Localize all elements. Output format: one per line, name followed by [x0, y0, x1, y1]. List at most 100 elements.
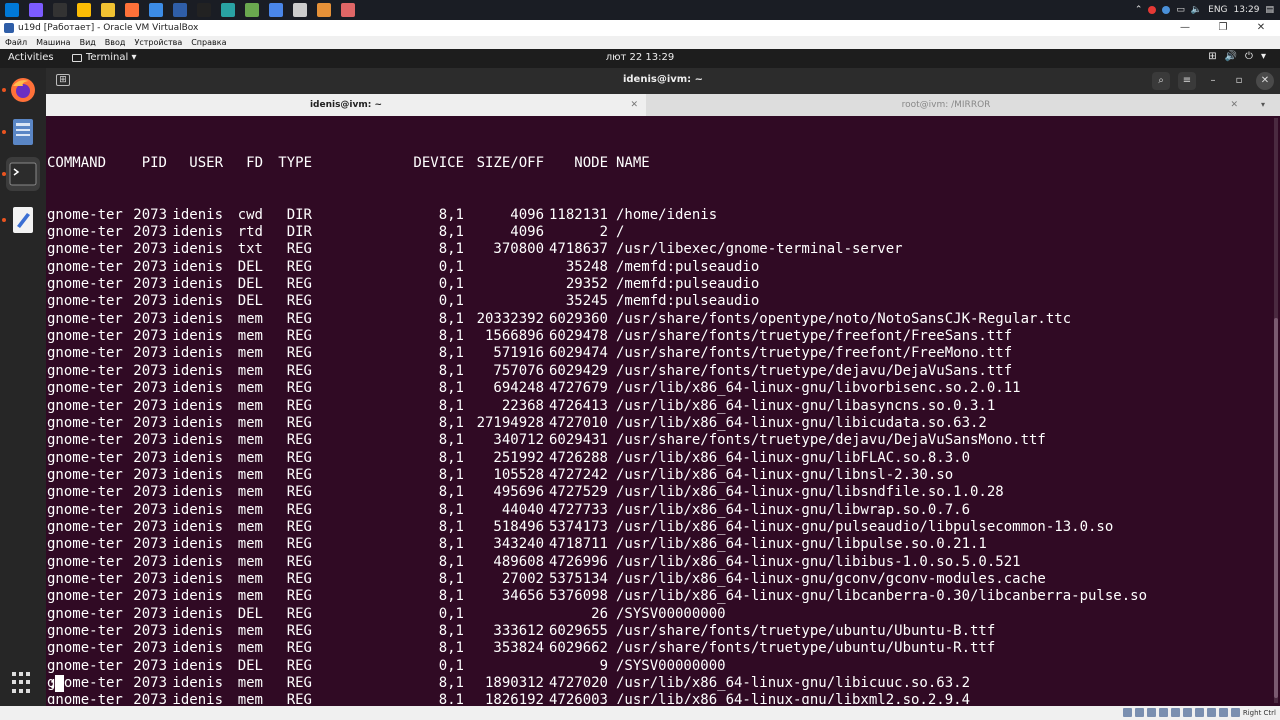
lsof-row: gnome-ter 2073 idenis mem REG 8,1 34656 5376098… [47, 588, 1275, 605]
lsof-row: gnome-ter 2073 idenis mem REG 8,1 251992 472628… [47, 450, 1275, 467]
node-cell: 4727010 [548, 414, 608, 431]
record-icon[interactable] [1148, 6, 1157, 14]
command-cell: gnome-ter [47, 449, 123, 466]
type-cell: REG [286, 432, 312, 449]
network-icon[interactable] [1158, 708, 1168, 717]
browser-icon[interactable] [149, 3, 163, 17]
tab-root-mirror[interactable]: root@ivm: /MIRROR ✕ [646, 94, 1246, 116]
device-cell: 8,1 [438, 328, 464, 345]
terminal-icon[interactable] [197, 3, 211, 17]
menu-view[interactable]: Вид [80, 38, 96, 47]
volume-icon[interactable]: 🔈 [1191, 5, 1202, 15]
minimize-button[interactable]: — [1166, 20, 1204, 36]
language-indicator[interactable]: ENG [1208, 5, 1227, 15]
type-cell: REG [286, 501, 312, 518]
gnome-system-menu[interactable]: ⊞ 🔊 ⏻ ▾ [1208, 51, 1266, 62]
device-cell: 8,1 [438, 692, 464, 704]
user-cell: idenis [172, 258, 223, 275]
remote-icon[interactable] [269, 3, 283, 17]
taskbar-clock[interactable]: 13:29 [1234, 5, 1260, 15]
user-cell: idenis [172, 588, 223, 605]
menu-devices[interactable]: Устройства [134, 38, 182, 47]
usb-icon[interactable] [1170, 708, 1180, 717]
maximize-button[interactable]: ▫ [1230, 72, 1248, 90]
fd-cell: mem [237, 345, 263, 362]
device-cell: 0,1 [438, 293, 464, 310]
audio-icon[interactable] [1146, 708, 1156, 717]
network-icon[interactable] [1162, 6, 1171, 14]
folder-icon[interactable] [101, 3, 115, 17]
column-header: NODE [574, 154, 608, 171]
notes-icon[interactable] [293, 3, 307, 17]
virtualbox-titlebar: u19d [Работает] - Oracle VM VirtualBox —… [0, 20, 1280, 36]
display-icon[interactable] [1194, 708, 1204, 717]
fd-cell: mem [237, 432, 263, 449]
menu-file[interactable]: Файл [5, 38, 27, 47]
circle-icon[interactable] [53, 3, 67, 17]
optical-drive-icon[interactable] [1134, 708, 1144, 717]
size-cell: 22368 [501, 397, 544, 414]
chrome-icon[interactable] [77, 3, 91, 17]
virtualbox-menubar: Файл Машина Вид Ввод Устройства Справка [0, 36, 1280, 49]
lsof-row: gnome-ter 2073 idenis mem REG 8,1 518496 537417… [47, 519, 1275, 536]
show-applications-icon[interactable] [12, 672, 34, 694]
pid-cell: 2073 [133, 258, 167, 275]
device-cell: 8,1 [438, 484, 464, 501]
chevron-up-icon[interactable]: ⌃ [1135, 5, 1143, 15]
close-tab-icon[interactable]: ✕ [630, 94, 638, 116]
firefox-icon[interactable] [125, 3, 139, 17]
cpu-icon[interactable] [1218, 708, 1228, 717]
vpn-icon[interactable] [221, 3, 235, 17]
dock-terminal[interactable] [6, 157, 40, 191]
size-cell: 20332392 [476, 310, 544, 327]
gnome-clock[interactable]: лют 22 13:29 [0, 52, 1280, 63]
recording-icon[interactable] [1206, 708, 1216, 717]
hamburger-menu-icon[interactable]: ≡ [1178, 72, 1196, 90]
restore-button[interactable]: ❐ [1204, 20, 1242, 36]
fd-cell: mem [237, 362, 263, 379]
shared-folders-icon[interactable] [1182, 708, 1192, 717]
name-cell: /home/idenis [616, 206, 718, 223]
settings-icon[interactable] [245, 3, 259, 17]
terminal-output[interactable]: COMMAND PID USER FD TYPE DEVICE SIZE/OFF… [47, 120, 1275, 704]
editor-icon[interactable] [317, 3, 331, 17]
pid-cell: 2073 [133, 449, 167, 466]
dock-firefox[interactable] [6, 73, 40, 107]
virtualbox-statusbar: Right Ctrl [0, 706, 1280, 720]
close-button[interactable]: ✕ [1242, 20, 1280, 36]
dock-files[interactable] [6, 115, 40, 149]
close-button[interactable]: ✕ [1256, 72, 1274, 90]
name-cell: /usr/share/fonts/opentype/noto/NotoSansC… [616, 310, 1072, 327]
dock-text-editor[interactable] [6, 203, 40, 237]
terminal-scrollbar[interactable] [1274, 118, 1278, 703]
size-cell: 105528 [493, 466, 544, 483]
windows-start-icon[interactable] [5, 3, 19, 17]
lsof-row: gnome-ter 2073 idenis mem REG 8,1 495696 472752… [47, 484, 1275, 501]
tabs-menu-icon[interactable]: ▾ [1246, 94, 1280, 116]
close-tab-icon[interactable]: ✕ [1230, 94, 1238, 116]
warning-icon[interactable] [341, 3, 355, 17]
menu-input[interactable]: Ввод [105, 38, 126, 47]
type-cell: REG [286, 380, 312, 397]
minimize-button[interactable]: – [1204, 72, 1222, 90]
clipboard-icon[interactable]: ▭ [1176, 5, 1185, 15]
size-cell: 333612 [493, 622, 544, 639]
virtualbox-logo-icon [4, 23, 14, 33]
hdd-icon[interactable] [1122, 708, 1132, 717]
mouse-integration-icon[interactable] [1230, 708, 1240, 717]
menu-machine[interactable]: Машина [36, 38, 70, 47]
command-cell: gnome-ter [47, 570, 123, 587]
vscode-icon[interactable] [29, 3, 43, 17]
node-cell: 6029662 [548, 640, 608, 657]
pid-cell: 2073 [133, 310, 167, 327]
size-cell: 34656 [501, 588, 544, 605]
search-icon[interactable]: ⌕ [1152, 72, 1170, 90]
menu-help[interactable]: Справка [191, 38, 226, 47]
notifications-icon[interactable]: ▤ [1265, 5, 1274, 15]
fd-cell: txt [237, 241, 263, 258]
tab-idenis[interactable]: idenis@ivm: ~ ✕ [46, 94, 646, 116]
virtualbox-icon[interactable] [173, 3, 187, 17]
ubuntu-dock [0, 68, 46, 706]
scrollbar-thumb[interactable] [1274, 318, 1278, 698]
fd-cell: mem [237, 310, 263, 327]
